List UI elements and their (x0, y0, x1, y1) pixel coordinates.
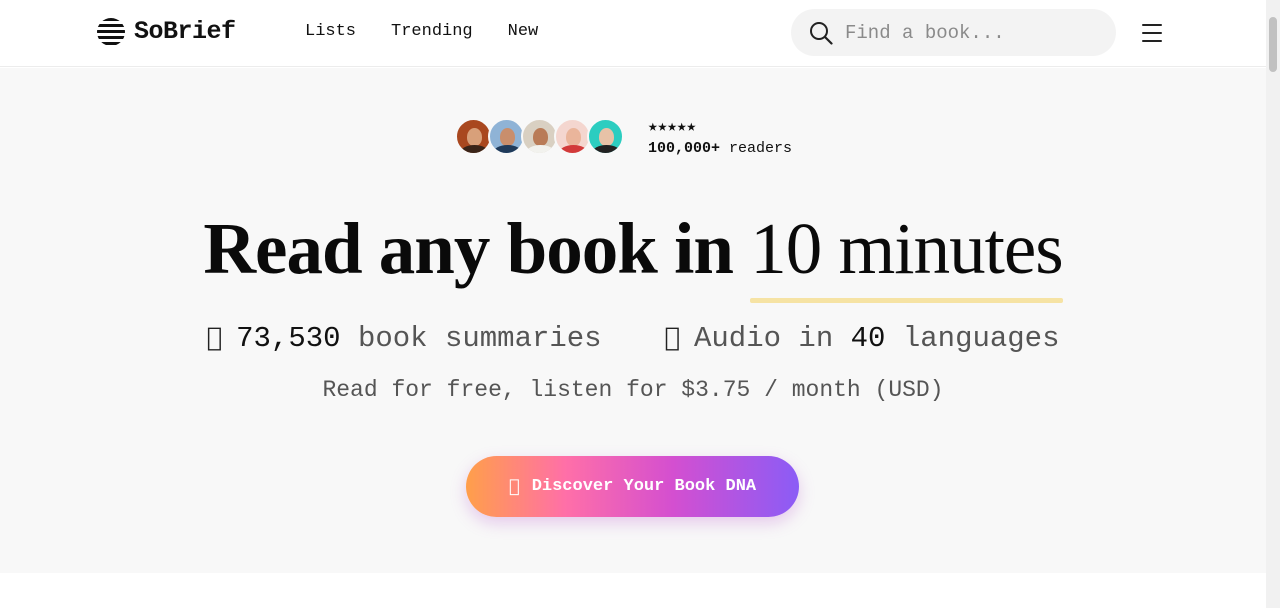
discover-book-dna-button[interactable]:  Discover Your Book DNA (466, 456, 799, 517)
headline-highlight: 10 minutes (750, 208, 1064, 303)
hamburger-menu-icon[interactable] (1142, 24, 1162, 42)
audio-suffix: languages (887, 322, 1060, 355)
pricing-text: Read for free, listen for $3.75 / month … (322, 377, 944, 403)
nav-link-trending[interactable]: Trending (391, 22, 473, 41)
nav-link-lists[interactable]: Lists (305, 22, 356, 41)
scrollbar-thumb[interactable] (1269, 17, 1277, 72)
search-bar[interactable] (791, 9, 1116, 56)
rating-block: ★★★★★ 100,000+ readers (648, 116, 792, 157)
logo-text: SoBrief (134, 17, 236, 46)
cta-label: Discover Your Book DNA (526, 477, 756, 496)
readers-count: 100,000+ readers (648, 140, 792, 157)
audio-language-count: 40 (835, 322, 886, 355)
reader-avatars (455, 118, 624, 155)
reader-avatar (587, 118, 624, 155)
book-icon:  (207, 323, 223, 353)
nav-link-new[interactable]: New (508, 22, 539, 41)
readers-label: readers (729, 140, 793, 157)
logo[interactable]: SoBrief (97, 17, 236, 46)
headline-bold: Read any book in (203, 208, 734, 289)
audio-prefix: Audio in (678, 322, 833, 355)
hero-headline: Read any book in 10 minutes (0, 208, 1266, 303)
dna-icon:  (509, 476, 520, 497)
reader-avatar (455, 118, 492, 155)
social-proof: ★★★★★ 100,000+ readers (455, 116, 792, 157)
reader-avatar (488, 118, 525, 155)
reader-avatar (554, 118, 591, 155)
hero-stats: 73,530 book summaries Audio in 40 lang… (0, 322, 1266, 355)
readers-number: 100,000+ (648, 140, 721, 157)
summaries-count: 73,530 (228, 322, 340, 355)
search-input[interactable] (845, 21, 1085, 44)
content-section (0, 573, 1266, 608)
main-nav: Lists Trending New (305, 22, 538, 41)
site-header: SoBrief Lists Trending New (0, 0, 1266, 67)
hero-section: ★★★★★ 100,000+ readers Read any book in … (0, 68, 1266, 573)
summaries-label: book summaries (350, 322, 602, 355)
headphones-icon:  (664, 323, 680, 353)
page-scrollbar[interactable] (1266, 0, 1280, 608)
search-icon (810, 21, 833, 45)
star-rating: ★★★★★ (648, 118, 697, 136)
logo-mark-icon (97, 17, 125, 46)
reader-avatar (521, 118, 558, 155)
